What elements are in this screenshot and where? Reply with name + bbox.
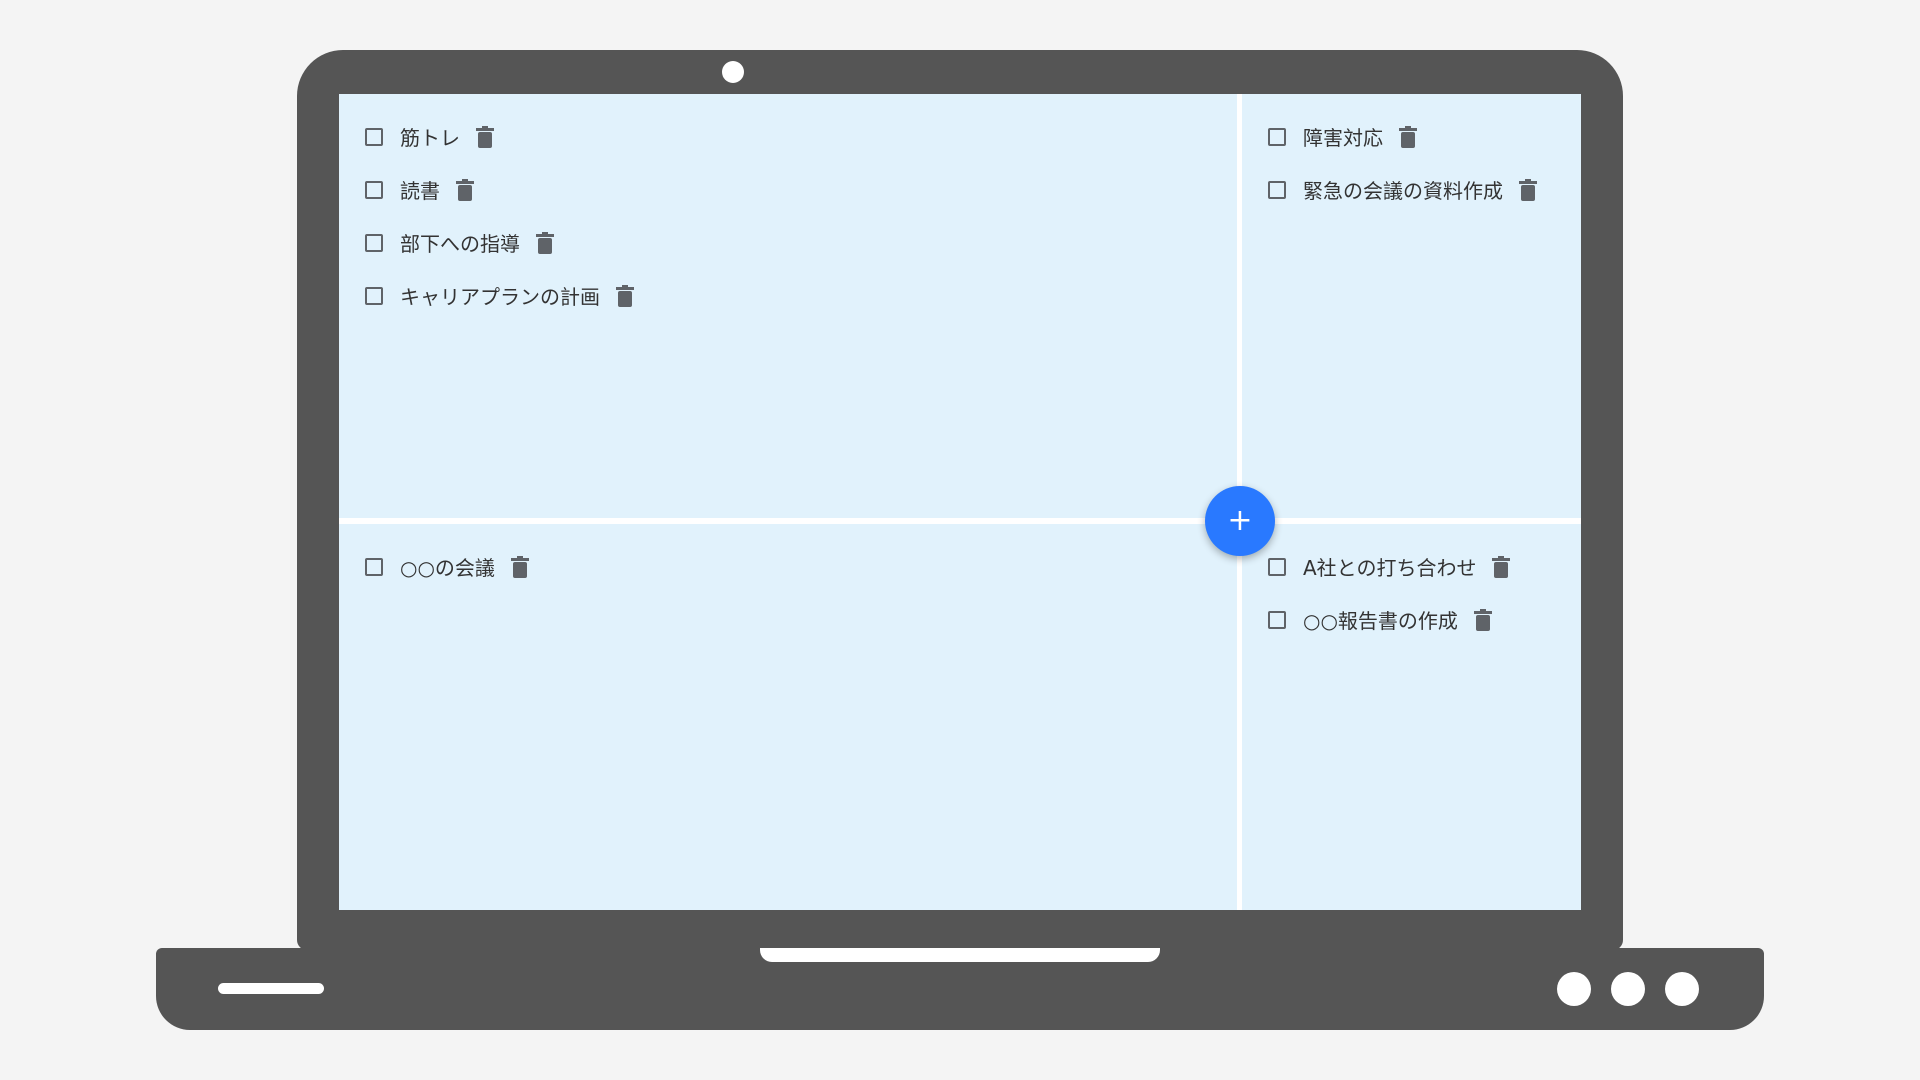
task-checkbox[interactable]	[365, 233, 383, 252]
quadrant-top-left: 筋トレ 読書 部下への指導 キャリアプランの計画	[339, 94, 1237, 518]
laptop-dot	[1611, 972, 1645, 1006]
task-label: 緊急の会議の資料作成	[1303, 179, 1503, 203]
app-screen: 筋トレ 読書 部下への指導 キャリアプランの計画 障害対応 緊急の会議の資料作成	[339, 94, 1581, 910]
task-checkbox[interactable]	[365, 127, 383, 146]
task-item: 部下への指導	[365, 216, 1237, 269]
task-label: A社との打ち合わせ	[1303, 556, 1477, 580]
task-label: 筋トレ	[400, 126, 460, 150]
trash-icon[interactable]	[510, 555, 529, 578]
task-label: キャリアプランの計画	[400, 285, 600, 309]
task-item: 読書	[365, 163, 1237, 216]
task-checkbox[interactable]	[1268, 610, 1286, 629]
laptop-dot	[1557, 972, 1591, 1006]
task-label: 読書	[400, 179, 440, 203]
task-checkbox[interactable]	[365, 286, 383, 305]
task-checkbox[interactable]	[1268, 180, 1286, 199]
trash-icon[interactable]	[1473, 608, 1492, 631]
task-item: 緊急の会議の資料作成	[1268, 163, 1581, 216]
trash-icon[interactable]	[1492, 555, 1511, 578]
task-item: ○○の会議	[365, 540, 1237, 593]
trash-icon[interactable]	[476, 125, 494, 148]
task-label: ○○の会議	[400, 556, 495, 580]
task-item: キャリアプランの計画	[365, 269, 1237, 322]
task-label: 障害対応	[1303, 126, 1383, 150]
task-item: ○○報告書の作成	[1268, 593, 1581, 646]
plus-icon: +	[1227, 503, 1253, 538]
trash-icon[interactable]	[616, 284, 634, 307]
quadrant-top-right: 障害対応 緊急の会議の資料作成	[1242, 94, 1581, 518]
trash-icon[interactable]	[1519, 178, 1537, 201]
task-item: A社との打ち合わせ	[1268, 540, 1581, 593]
task-checkbox[interactable]	[365, 180, 383, 199]
trash-icon[interactable]	[456, 178, 474, 201]
camera-icon	[722, 61, 744, 83]
laptop-dot	[1665, 972, 1699, 1006]
trash-icon[interactable]	[1399, 125, 1417, 148]
add-task-button[interactable]: +	[1205, 486, 1275, 556]
quadrant-bottom-right: A社との打ち合わせ ○○報告書の作成	[1242, 524, 1581, 910]
task-item: 障害対応	[1268, 110, 1581, 163]
trash-icon[interactable]	[536, 231, 554, 254]
task-label: ○○報告書の作成	[1303, 609, 1458, 633]
task-checkbox[interactable]	[365, 557, 383, 576]
task-item: 筋トレ	[365, 110, 1237, 163]
laptop-slot	[218, 983, 324, 994]
task-checkbox[interactable]	[1268, 557, 1286, 576]
quadrant-bottom-left: ○○の会議	[339, 524, 1237, 910]
task-label: 部下への指導	[400, 232, 520, 256]
laptop-notch	[760, 948, 1160, 962]
task-checkbox[interactable]	[1268, 127, 1286, 146]
